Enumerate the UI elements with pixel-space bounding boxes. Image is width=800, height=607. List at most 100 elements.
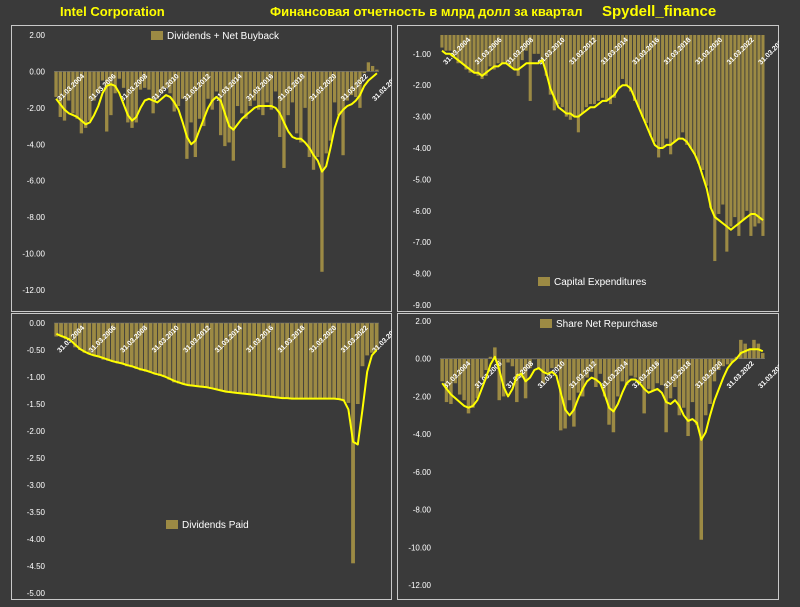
bar bbox=[628, 35, 633, 92]
bar bbox=[162, 323, 167, 377]
bar bbox=[612, 35, 617, 98]
bar bbox=[725, 358, 730, 365]
bar bbox=[185, 71, 189, 159]
bar bbox=[572, 358, 576, 427]
bar bbox=[753, 35, 757, 227]
bar bbox=[685, 35, 689, 145]
bar bbox=[471, 358, 475, 408]
legend-swatch bbox=[540, 319, 552, 328]
bar bbox=[709, 35, 713, 208]
legend-swatch bbox=[166, 520, 178, 529]
panel-border bbox=[11, 25, 392, 312]
bar bbox=[337, 323, 341, 400]
x-date-label: 31.03.2024 bbox=[371, 325, 392, 355]
panel-border bbox=[397, 313, 779, 600]
bar bbox=[151, 71, 155, 114]
bar bbox=[181, 323, 186, 385]
legend-label: Share Net Repurchase bbox=[556, 319, 658, 330]
y-tick-label: -7.00 bbox=[413, 238, 432, 247]
bar bbox=[536, 35, 540, 54]
bar bbox=[659, 358, 664, 386]
bar bbox=[564, 35, 568, 117]
bar bbox=[242, 323, 247, 394]
y-tick-label: -12.00 bbox=[22, 286, 45, 295]
y-tick-label: -12.00 bbox=[408, 581, 431, 590]
y-tick-label: -4.00 bbox=[413, 430, 432, 439]
y-tick-label: -2.00 bbox=[27, 104, 46, 113]
bar bbox=[749, 35, 753, 236]
bar bbox=[604, 35, 609, 101]
bar bbox=[598, 358, 602, 374]
bar bbox=[313, 323, 318, 399]
legend-label: Capital Expenditures bbox=[554, 277, 646, 288]
y-tick-label: -5.00 bbox=[413, 175, 432, 184]
bar bbox=[545, 358, 550, 372]
bar bbox=[717, 35, 721, 214]
bar bbox=[472, 35, 476, 73]
legend-swatch bbox=[151, 31, 163, 40]
bar bbox=[214, 323, 219, 390]
bar bbox=[567, 358, 572, 401]
bar bbox=[708, 358, 712, 404]
bar bbox=[689, 35, 693, 149]
bar bbox=[695, 358, 699, 425]
bar bbox=[366, 62, 371, 72]
bar bbox=[596, 35, 600, 101]
bar bbox=[629, 358, 633, 376]
y-tick-label: -2.00 bbox=[27, 427, 46, 436]
bar bbox=[537, 358, 541, 369]
bar bbox=[632, 35, 637, 101]
bar bbox=[721, 35, 725, 205]
y-tick-label: -6.00 bbox=[413, 207, 432, 216]
company-title: Intel Corporation bbox=[60, 4, 165, 19]
bar bbox=[214, 71, 219, 92]
y-tick-label: -4.00 bbox=[27, 140, 46, 149]
bar bbox=[83, 71, 88, 128]
bar bbox=[703, 358, 708, 416]
x-date-label: 31.03.2024 bbox=[757, 360, 779, 390]
bar bbox=[285, 323, 290, 399]
chart-capital-expenditures: -1.00 -2.00 -3.00 -4.00 -5.00 -6.00 -7.00 -8.00… bbox=[397, 25, 779, 312]
bar bbox=[637, 35, 641, 108]
x-date-label: 31.03.2024 bbox=[371, 73, 392, 103]
legend-swatch bbox=[538, 277, 550, 286]
bar bbox=[120, 323, 125, 364]
legend-label: Dividends + Net Buyback bbox=[167, 31, 280, 42]
bar bbox=[147, 71, 151, 90]
bar bbox=[275, 323, 280, 398]
y-tick-label: 0.00 bbox=[415, 355, 431, 364]
y-tick-label: -2.00 bbox=[413, 81, 432, 90]
bar bbox=[316, 71, 320, 158]
bar bbox=[563, 358, 567, 429]
y-tick-label: -8.00 bbox=[413, 506, 432, 515]
y-tick-label: -4.00 bbox=[27, 535, 46, 544]
y-tick-label: -4.50 bbox=[27, 562, 46, 571]
bar bbox=[756, 343, 761, 359]
y-tick-label: -6.00 bbox=[413, 468, 432, 477]
y-tick-label: -3.00 bbox=[413, 113, 432, 122]
y-tick-label: -4.00 bbox=[413, 144, 432, 153]
bar bbox=[181, 71, 185, 99]
bar bbox=[444, 35, 448, 51]
bar bbox=[665, 35, 669, 139]
bar bbox=[697, 35, 701, 164]
legend-label: Dividends Paid bbox=[182, 520, 249, 531]
bar bbox=[209, 323, 214, 389]
y-tick-label: 0.00 bbox=[29, 67, 45, 76]
bar bbox=[280, 323, 285, 399]
bar bbox=[318, 323, 322, 399]
y-tick-label: -6.00 bbox=[27, 177, 46, 186]
y-tick-label: 2.00 bbox=[29, 31, 45, 40]
bar bbox=[304, 323, 308, 399]
bar bbox=[223, 323, 228, 392]
y-tick-label: -9.00 bbox=[413, 301, 432, 310]
bar bbox=[633, 358, 638, 378]
bar bbox=[440, 35, 444, 48]
y-tick-label: -10.00 bbox=[22, 250, 45, 259]
y-tick-label: -3.50 bbox=[27, 508, 46, 517]
y-tick-label: 0.00 bbox=[29, 319, 45, 328]
bar bbox=[664, 358, 668, 433]
y-tick-label: 2.00 bbox=[415, 317, 431, 326]
y-tick-label: -1.00 bbox=[27, 373, 46, 382]
bar bbox=[475, 358, 480, 399]
